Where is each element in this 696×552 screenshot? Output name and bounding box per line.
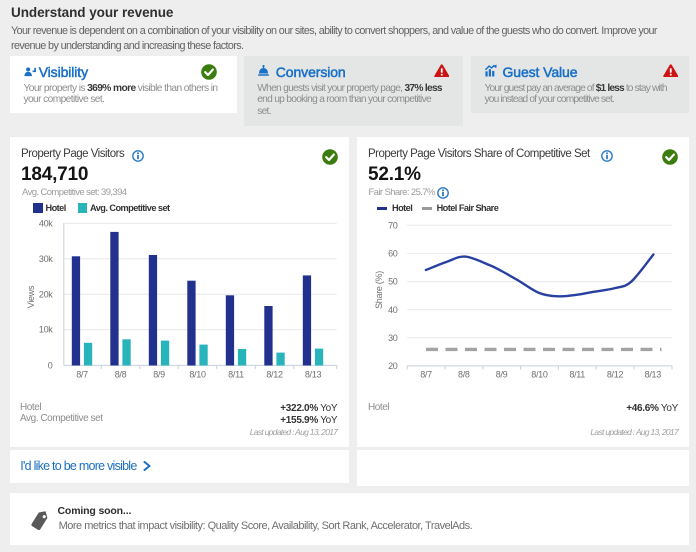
svg-text:Views: Views [26, 285, 36, 308]
svg-text:40: 40 [388, 305, 398, 315]
svg-text:8/10: 8/10 [189, 370, 206, 380]
svg-text:8/8: 8/8 [115, 370, 127, 380]
svg-text:8/9: 8/9 [153, 370, 165, 380]
svg-text:10k: 10k [39, 325, 53, 335]
svg-text:30k: 30k [39, 254, 53, 264]
svg-text:8/13: 8/13 [644, 370, 661, 380]
svg-text:8/12: 8/12 [606, 370, 623, 380]
svg-text:8/11: 8/11 [569, 370, 585, 380]
svg-text:8/12: 8/12 [266, 370, 283, 380]
svg-text:8/7: 8/7 [420, 370, 432, 380]
svg-text:30: 30 [388, 333, 398, 343]
svg-text:8/9: 8/9 [495, 370, 507, 380]
svg-text:8/10: 8/10 [531, 370, 548, 380]
svg-text:Share (%): Share (%) [374, 271, 384, 309]
svg-text:0: 0 [48, 361, 53, 371]
svg-text:20: 20 [388, 361, 398, 371]
svg-text:8/7: 8/7 [76, 370, 88, 380]
svg-text:50: 50 [388, 277, 398, 287]
svg-text:70: 70 [388, 220, 398, 230]
svg-text:20k: 20k [39, 289, 53, 299]
svg-text:8/11: 8/11 [228, 370, 244, 380]
svg-text:8/13: 8/13 [305, 370, 322, 380]
svg-text:60: 60 [388, 249, 398, 259]
svg-text:40k: 40k [39, 219, 53, 229]
svg-text:8/8: 8/8 [458, 370, 470, 380]
